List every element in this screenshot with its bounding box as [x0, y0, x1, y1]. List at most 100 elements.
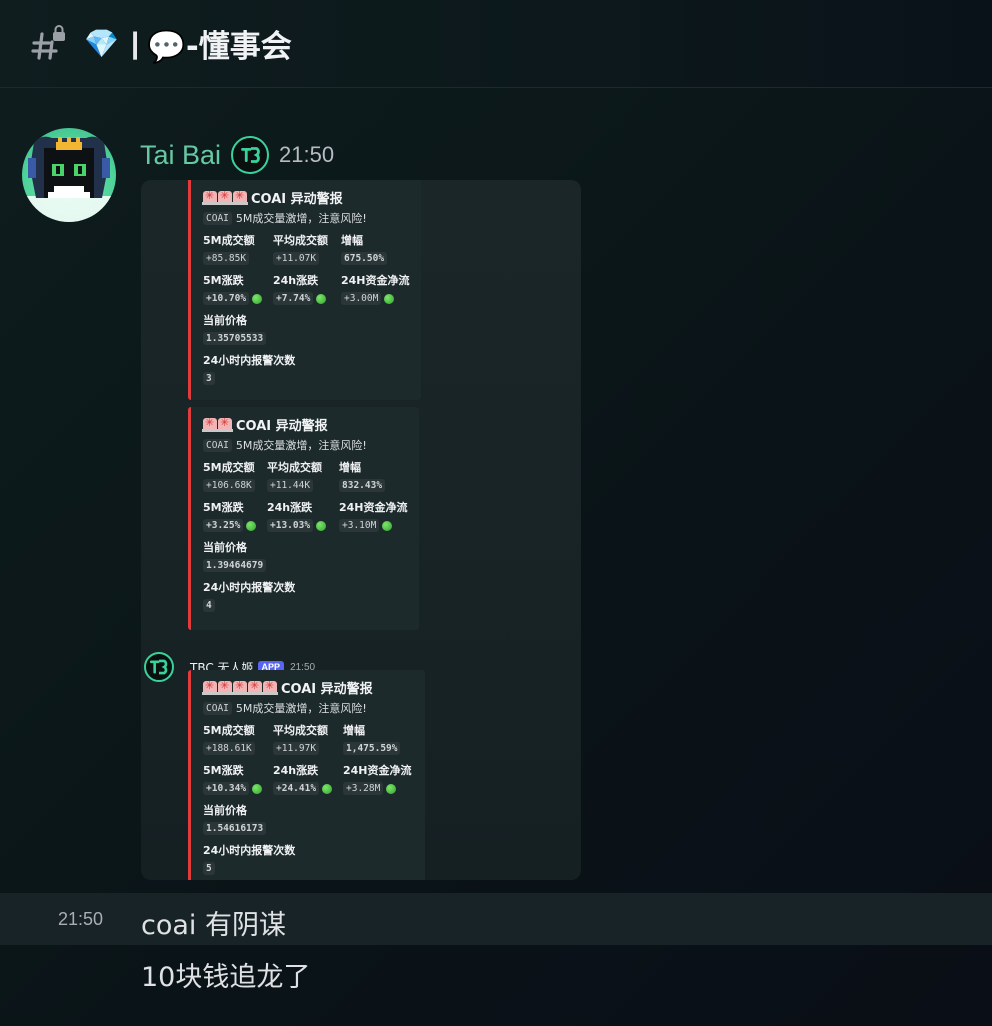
description-text: 5M成交量激增，注意风险! [235, 439, 367, 452]
embed-title-line: COAI 异动警报 [202, 415, 409, 434]
embed-fields: 5M成交额 +106.68K 平均成交额 +11.44K 增幅 832.43% 5M涨… [203, 459, 409, 539]
alerts-screenshot-image[interactable]: COAI 异动警报 COAI 5M成交量激增，注意风险! 5M成交额 +85.85… [141, 180, 581, 880]
embed-title: COAI 异动警报 [281, 681, 373, 697]
message-text: coai 有阴谋 [141, 910, 286, 941]
siren-icon [262, 679, 278, 695]
field-name: 24小时内报警次数 [203, 354, 296, 367]
count-value: 5 [203, 862, 215, 875]
field: 平均成交额 +11.97K [273, 722, 341, 762]
field: 增幅 675.50% [341, 232, 421, 272]
field-name: 平均成交额 [267, 461, 322, 474]
field-value: +188.61K [203, 742, 255, 755]
field-name: 当前价格 [203, 804, 247, 817]
field-name: 增幅 [339, 461, 361, 474]
field-name: 当前价格 [203, 314, 247, 327]
green-dot-icon [384, 293, 395, 304]
green-dot-icon [316, 520, 327, 531]
count-field: 24小时内报警次数 5 [203, 842, 415, 880]
field: 增幅 1,475.59% [343, 722, 429, 762]
field-value: +3.00M [341, 292, 382, 305]
field-name: 增幅 [343, 724, 365, 737]
field: 24H资金净流 +3.28M [343, 762, 429, 802]
green-dot-icon [252, 783, 263, 794]
siren-icon [202, 679, 218, 695]
message-row[interactable]: 10块钱追龙了 [0, 945, 992, 997]
count-value: 4 [203, 599, 215, 612]
field-value: +3.25% [203, 519, 244, 532]
field: 5M涨跌 +10.34% [203, 762, 271, 802]
field-name: 24小时内报警次数 [203, 844, 296, 857]
field: 24h涨跌 +7.74% [273, 272, 339, 312]
count-field: 24小时内报警次数 3 [203, 352, 411, 392]
field-value: 832.43% [339, 479, 386, 492]
field: 平均成交额 +11.07K [273, 232, 339, 272]
field-name: 增幅 [341, 234, 363, 247]
field: 5M涨跌 +3.25% [203, 499, 265, 539]
field-name: 24h涨跌 [267, 501, 313, 514]
field-value: +85.85K [203, 252, 250, 265]
field-value: +11.97K [273, 742, 320, 755]
header-separator: | [130, 26, 140, 60]
field-name: 平均成交额 [273, 724, 328, 737]
embed-title-line: COAI 异动警报 [202, 678, 415, 697]
embed-title-line: COAI 异动警报 [202, 188, 411, 207]
siren-icon [232, 189, 248, 205]
field-name: 5M成交额 [203, 461, 255, 474]
embed-fields: 5M成交额 +85.85K 平均成交额 +11.07K 增幅 675.50% 5M涨跌… [203, 232, 411, 312]
field: 24h涨跌 +13.03% [267, 499, 337, 539]
username[interactable]: Tai Bai [140, 140, 221, 171]
field-value: +13.03% [267, 519, 314, 532]
embed-description: COAI 5M成交量激增，注意风险! [203, 700, 415, 716]
embed-title: COAI 异动警报 [251, 191, 343, 207]
price-value: 1.54616173 [203, 822, 267, 835]
alert-embed: COAI 异动警报 COAI 5M成交量激增，注意风险! 5M成交额 +188.6… [188, 670, 425, 880]
symbol-code: COAI [203, 701, 232, 715]
avatar[interactable] [22, 128, 116, 222]
field-value: +7.74% [273, 292, 314, 305]
siren-icon [217, 189, 233, 205]
embed-description: COAI 5M成交量激增，注意风险! [203, 210, 411, 226]
field-name: 24H资金净流 [343, 764, 412, 777]
message-timestamp: 21:50 [279, 142, 335, 167]
message-header: Tai Bai 21:50 [140, 136, 334, 174]
green-dot-icon [382, 520, 393, 531]
price-field: 当前价格 1.54616173 [203, 802, 415, 842]
field-value: +10.34% [203, 782, 250, 795]
price-value: 1.39464679 [203, 559, 267, 572]
field-name: 24h涨跌 [273, 274, 319, 287]
green-dot-icon [322, 783, 333, 794]
message-text: 10块钱追龙了 [141, 962, 311, 993]
channel-title: 💬-懂事会 [147, 29, 292, 65]
green-dot-icon [386, 783, 397, 794]
price-value: 1.35705533 [203, 332, 267, 345]
field-value: +106.68K [203, 479, 255, 492]
field: 24H资金净流 +3.10M [339, 499, 419, 539]
description-text: 5M成交量激增，注意风险! [235, 212, 367, 225]
field-value: 1,475.59% [343, 742, 401, 755]
bot-avatar-icon[interactable] [144, 652, 174, 682]
green-dot-icon [246, 520, 257, 531]
field-value: 675.50% [341, 252, 388, 265]
field-value: +3.28M [343, 782, 384, 795]
field-name: 5M涨跌 [203, 764, 244, 777]
field: 24H资金净流 +3.00M [341, 272, 421, 312]
field-name: 24h涨跌 [273, 764, 319, 777]
field-name: 24小时内报警次数 [203, 581, 296, 594]
hash-lock-icon [30, 24, 70, 64]
symbol-code: COAI [203, 211, 232, 225]
field-value: +11.07K [273, 252, 320, 265]
green-dot-icon [316, 293, 327, 304]
siren-icon [202, 416, 218, 432]
description-text: 5M成交量激增，注意风险! [235, 702, 367, 715]
siren-icon [202, 189, 218, 205]
tbc-badge-icon[interactable] [231, 136, 270, 174]
field-value: +10.70% [203, 292, 250, 305]
field-value: +11.44K [267, 479, 314, 492]
embed-description: COAI 5M成交量激增，注意风险! [203, 437, 409, 453]
message-row[interactable]: 21:50 coai 有阴谋 [0, 893, 992, 945]
count-field: 24小时内报警次数 4 [203, 579, 409, 619]
green-dot-icon [252, 293, 263, 304]
field: 5M涨跌 +10.70% [203, 272, 271, 312]
field: 5M成交额 +85.85K [203, 232, 271, 272]
siren-icon [217, 416, 233, 432]
